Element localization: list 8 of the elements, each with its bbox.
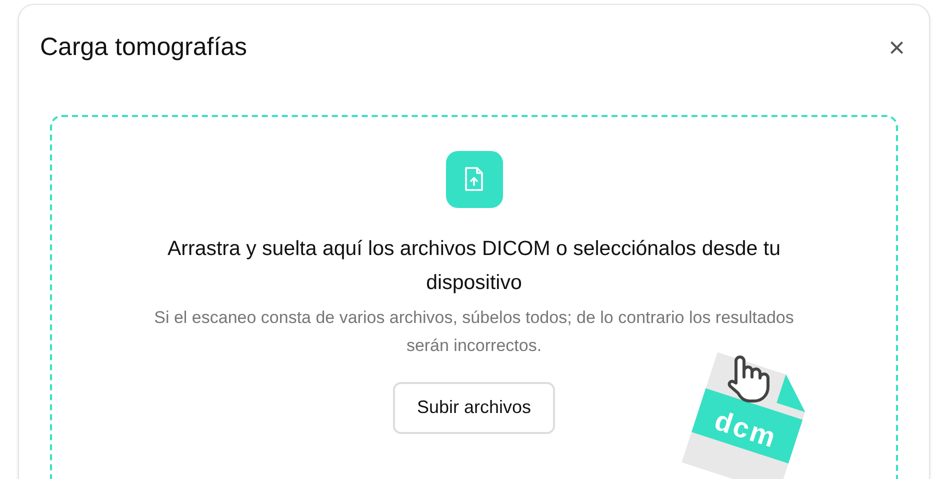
close-button[interactable]: × (888, 34, 905, 62)
dialog-title: Carga tomografías (40, 32, 248, 63)
upload-button[interactable]: Subir archivos (392, 382, 556, 434)
upload-file-icon (446, 150, 502, 208)
dropzone-heading: Arrastra y suelta aquí los archivos DICOM o selecciónalos desde tu dispositivo (166, 236, 782, 296)
drop-zone[interactable] (50, 114, 898, 479)
file-type-label: dcm (710, 403, 782, 456)
dropzone-hint: Si el escaneo consta de varios archivos, súbelos todos; de lo contrario los resultados serán incorrectos. (153, 306, 795, 356)
